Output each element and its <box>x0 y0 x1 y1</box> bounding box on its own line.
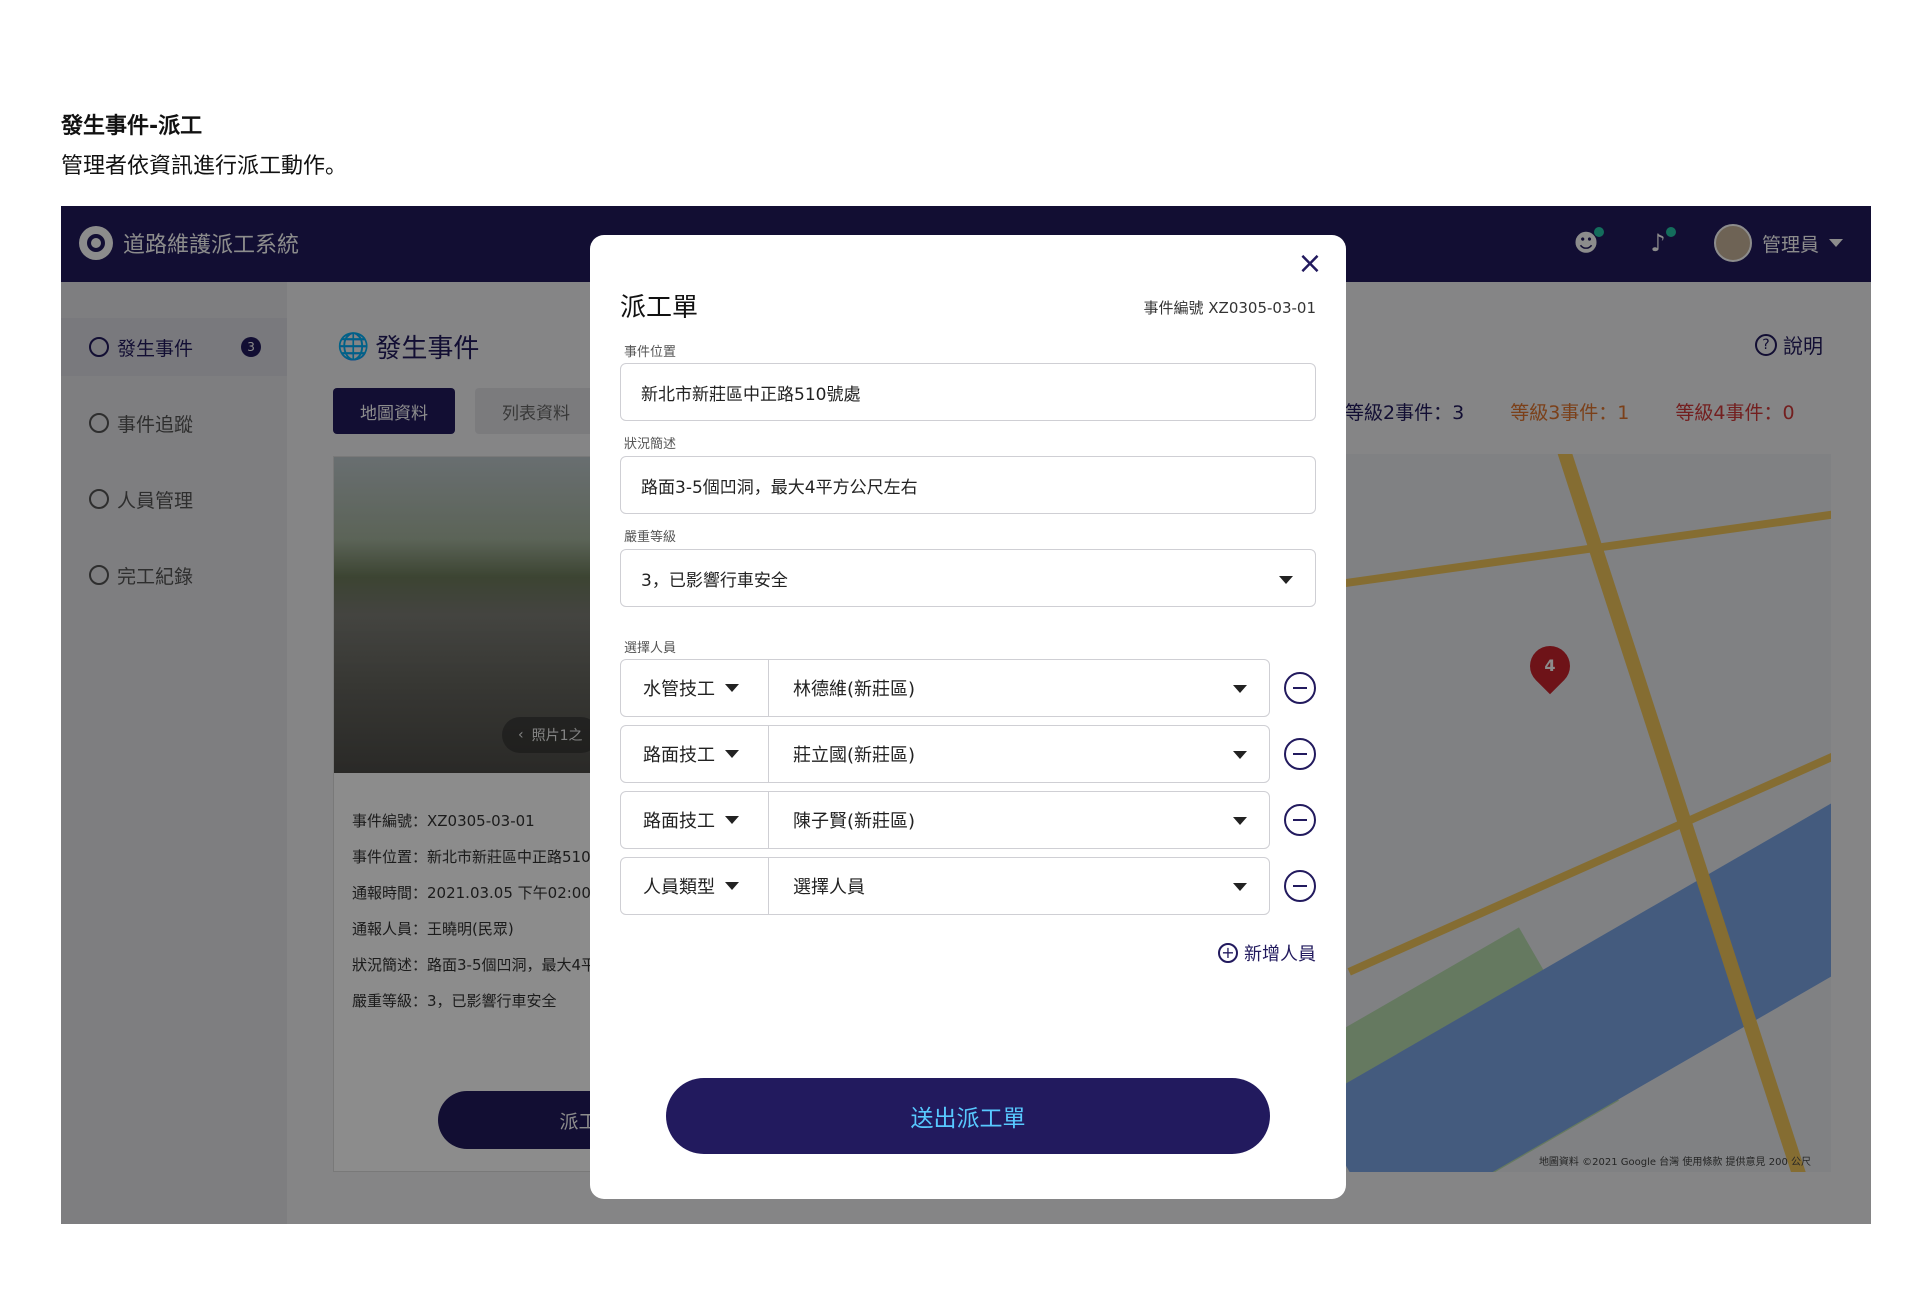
remove-person-button[interactable] <box>1284 870 1316 902</box>
chevron-down-icon <box>725 684 739 692</box>
role-select[interactable]: 路面技工 <box>621 726 769 782</box>
remove-person-button[interactable] <box>1284 672 1316 704</box>
plus-icon: + <box>1218 943 1238 963</box>
staff-row: 路面技工 莊立國(新莊區) <box>620 725 1270 783</box>
role-value: 人員類型 <box>643 877 715 898</box>
chevron-down-icon <box>1233 751 1247 759</box>
event-code: 事件編號 XZ0305-03-01 <box>1143 299 1317 317</box>
role-select[interactable]: 人員類型 <box>621 858 769 914</box>
close-icon[interactable]: × <box>1296 246 1324 281</box>
add-person-button[interactable]: + 新增人員 <box>1218 940 1316 966</box>
summary-value: 路面3-5個凹洞，最大4平方公尺左右 <box>641 477 918 498</box>
chevron-down-icon <box>1279 576 1293 584</box>
remove-person-button[interactable] <box>1284 738 1316 770</box>
person-value: 莊立國(新莊區) <box>793 745 916 766</box>
role-select[interactable]: 路面技工 <box>621 792 769 848</box>
severity-value: 3，已影響行車安全 <box>641 570 788 591</box>
chevron-down-icon <box>1233 685 1247 693</box>
minus-icon <box>1293 819 1307 821</box>
staff-row: 水管技工 林德維(新莊區) <box>620 659 1270 717</box>
staff-label: 選擇人員 <box>624 641 677 656</box>
role-value: 路面技工 <box>643 811 715 832</box>
chevron-down-icon <box>725 750 739 758</box>
modal-title: 派工單 <box>620 293 699 323</box>
person-select[interactable]: 陳子賢(新莊區) <box>769 792 1269 848</box>
person-select[interactable]: 選擇人員 <box>769 858 1269 914</box>
minus-icon <box>1293 753 1307 755</box>
role-value: 路面技工 <box>643 745 715 766</box>
person-value: 選擇人員 <box>793 877 865 898</box>
chevron-down-icon <box>725 816 739 824</box>
add-person-label: 新增人員 <box>1244 944 1316 965</box>
chevron-down-icon <box>725 882 739 890</box>
staff-row: 人員類型 選擇人員 <box>620 857 1270 915</box>
chevron-down-icon <box>1233 883 1247 891</box>
person-select[interactable]: 莊立國(新莊區) <box>769 726 1269 782</box>
chevron-down-icon <box>1233 817 1247 825</box>
severity-label: 嚴重等級 <box>624 530 677 545</box>
dispatch-modal: × 派工單 事件編號 XZ0305-03-01 事件位置 新北市新莊區中正路51… <box>590 235 1346 1199</box>
severity-select[interactable]: 3，已影響行車安全 <box>620 549 1316 607</box>
staff-row: 路面技工 陳子賢(新莊區) <box>620 791 1270 849</box>
role-value: 水管技工 <box>643 679 715 700</box>
location-value: 新北市新莊區中正路510號處 <box>641 384 861 405</box>
person-value: 陳子賢(新莊區) <box>793 811 916 832</box>
caption: 發生事件-派工 管理者依資訊進行派工動作。 <box>61 110 347 184</box>
minus-icon <box>1293 885 1307 887</box>
role-select[interactable]: 水管技工 <box>621 660 769 716</box>
summary-label: 狀況簡述 <box>624 437 677 452</box>
person-value: 林德維(新莊區) <box>793 679 916 700</box>
location-label: 事件位置 <box>624 345 677 360</box>
minus-icon <box>1293 687 1307 689</box>
caption-subtitle: 管理者依資訊進行派工動作。 <box>61 154 348 179</box>
summary-field[interactable]: 路面3-5個凹洞，最大4平方公尺左右 <box>620 456 1316 514</box>
location-field[interactable]: 新北市新莊區中正路510號處 <box>620 363 1316 421</box>
submit-button[interactable]: 送出派工單 <box>666 1078 1270 1154</box>
caption-title: 發生事件-派工 <box>61 114 203 139</box>
remove-person-button[interactable] <box>1284 804 1316 836</box>
person-select[interactable]: 林德維(新莊區) <box>769 660 1269 716</box>
